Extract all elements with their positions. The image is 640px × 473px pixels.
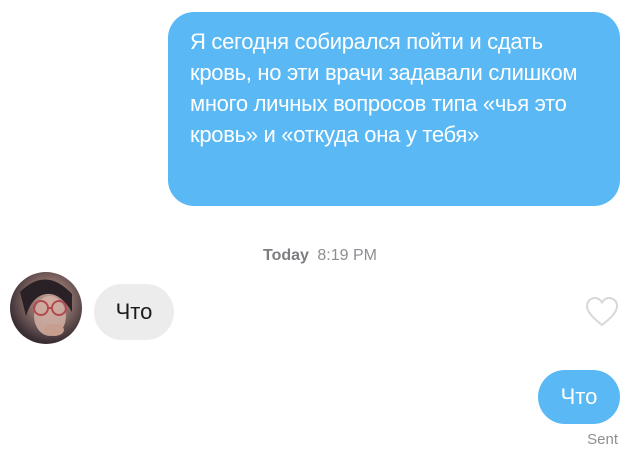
outgoing-message-bubble[interactable]: Я сегодня собирался пойти и сдать кровь,… xyxy=(168,12,620,206)
heart-icon[interactable] xyxy=(585,296,619,328)
outgoing-reply-bubble[interactable]: Что xyxy=(538,370,620,424)
outgoing-reply-text: Что xyxy=(560,384,598,409)
incoming-message-bubble[interactable]: Что xyxy=(94,284,174,340)
incoming-message-text: Что xyxy=(115,299,153,324)
timestamp-time: 8:19 PM xyxy=(317,247,377,264)
avatar-image xyxy=(20,279,72,336)
delivery-status: Sent xyxy=(587,431,618,448)
timestamp-day: Today xyxy=(263,247,309,264)
outgoing-message-text: Я сегодня собирался пойти и сдать кровь,… xyxy=(190,29,578,147)
message-timestamp: Today 8:19 PM xyxy=(0,247,640,265)
avatar[interactable] xyxy=(10,272,82,344)
